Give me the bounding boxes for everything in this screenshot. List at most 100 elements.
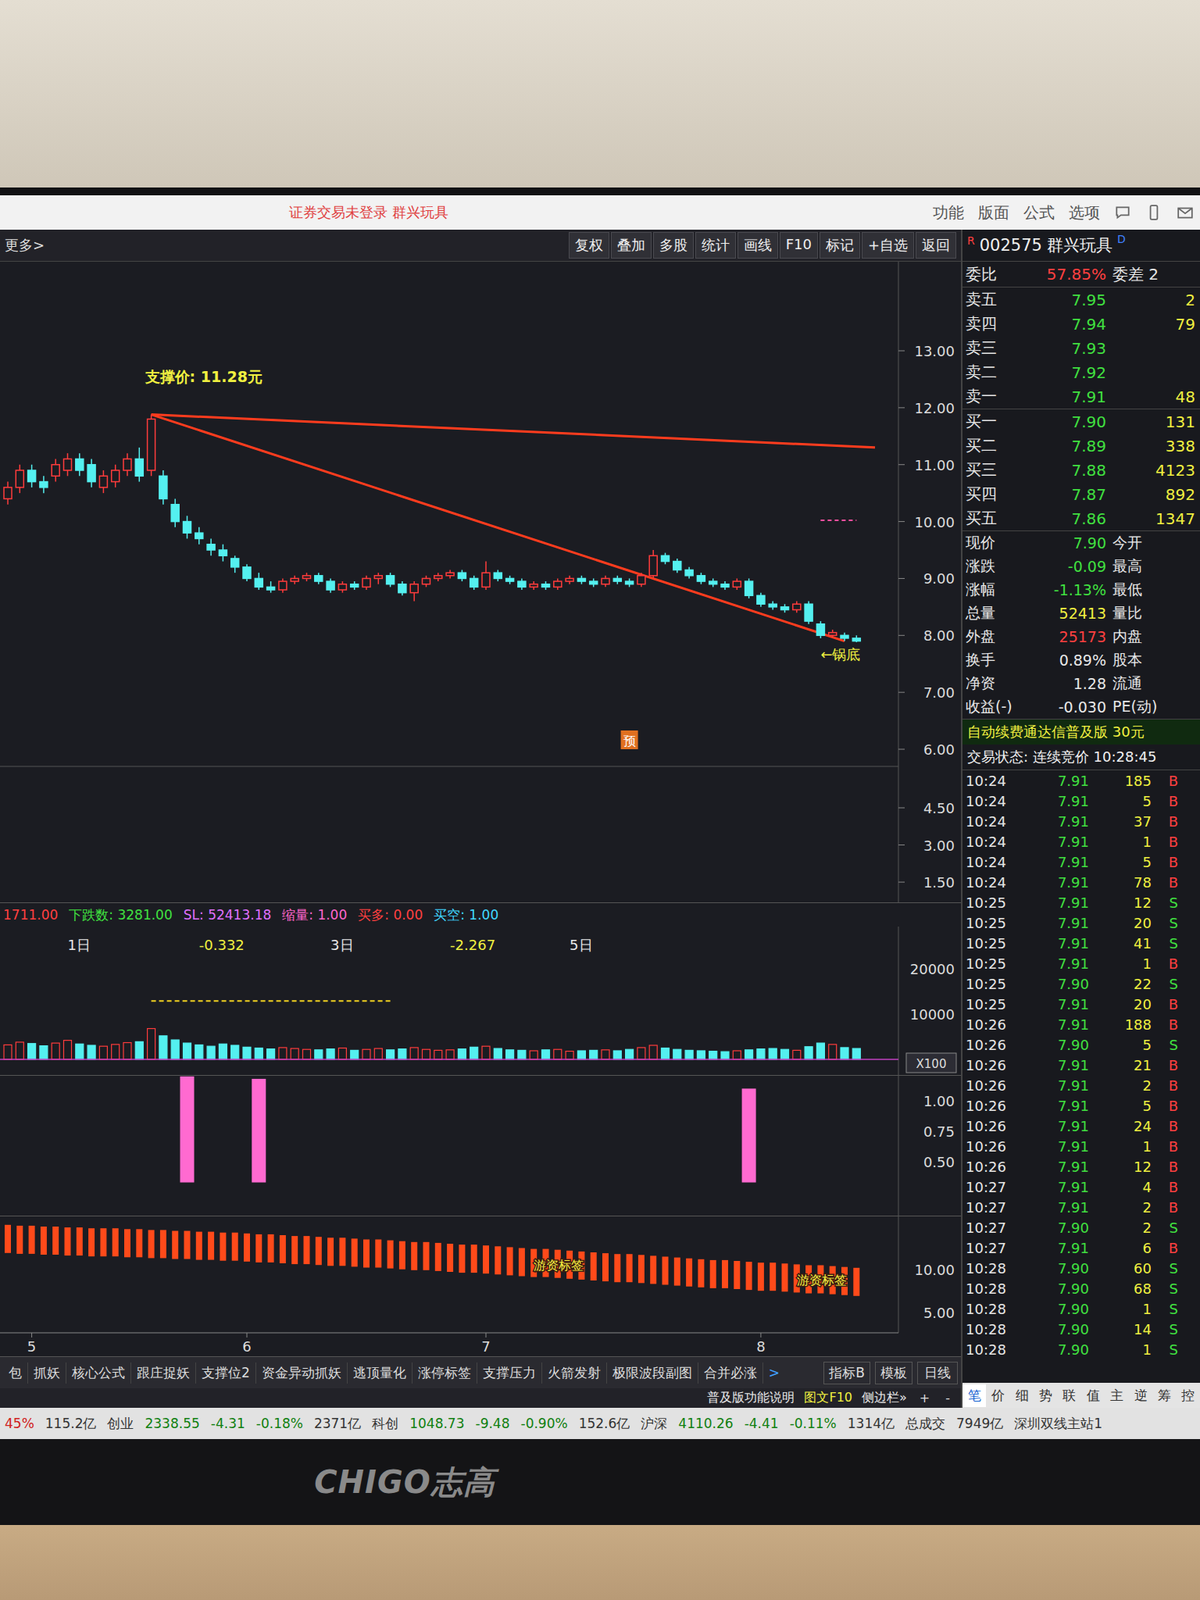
volume-bar[interactable]	[506, 1050, 515, 1060]
volume-bar[interactable]	[649, 1045, 658, 1060]
volume-bar[interactable]	[673, 1049, 682, 1060]
indicator-tab[interactable]: 跟庄捉妖	[131, 1362, 197, 1384]
indicator-tab[interactable]: 支撑压力	[477, 1362, 543, 1384]
candle[interactable]	[398, 581, 407, 596]
volume-bar[interactable]	[303, 1049, 311, 1060]
money-bar[interactable]	[757, 1262, 765, 1291]
zoom-button[interactable]: -	[942, 1390, 954, 1406]
money-bar[interactable]	[135, 1228, 143, 1258]
candle[interactable]	[231, 555, 240, 573]
volume-bar[interactable]	[745, 1050, 754, 1060]
volume-bar[interactable]	[338, 1048, 347, 1061]
candle[interactable]	[517, 578, 526, 590]
candle[interactable]	[577, 575, 586, 585]
bid-row[interactable]: 买二 7.89 338	[962, 433, 1200, 458]
money-bar[interactable]	[351, 1238, 358, 1267]
volume-bar[interactable]	[254, 1048, 263, 1061]
volume-bar[interactable]	[613, 1050, 622, 1060]
toolbar-button[interactable]: 统计	[695, 232, 736, 259]
money-bar[interactable]	[267, 1234, 275, 1263]
volume-bar[interactable]	[28, 1043, 36, 1060]
money-bar[interactable]	[184, 1231, 191, 1260]
indicator-tab[interactable]: 火箭发射	[542, 1362, 608, 1384]
volume-bar[interactable]	[218, 1043, 227, 1060]
money-bar[interactable]	[303, 1235, 311, 1265]
money-bar[interactable]	[638, 1254, 645, 1283]
quote-tab[interactable]: 联	[1057, 1384, 1082, 1408]
quote-tab[interactable]: 控	[1176, 1384, 1200, 1408]
toolbar-button[interactable]: 多股	[653, 232, 694, 259]
money-bar[interactable]	[482, 1245, 490, 1274]
money-bar[interactable]	[339, 1237, 346, 1266]
volume-bar[interactable]	[135, 1041, 143, 1060]
volume-bar[interactable]	[267, 1049, 275, 1060]
indicator-tab[interactable]: 核心公式	[66, 1362, 132, 1384]
volume-bar[interactable]	[314, 1050, 323, 1060]
mail-icon[interactable]	[1176, 203, 1194, 222]
sub-link[interactable]: 图文F10	[803, 1389, 853, 1407]
volume-bar[interactable]	[517, 1050, 526, 1060]
money-bar[interactable]	[148, 1229, 155, 1258]
candle[interactable]	[673, 558, 682, 573]
signal-chart[interactable]: 1.000.750.50	[0, 1075, 961, 1216]
candle[interactable]	[207, 538, 215, 556]
indicator-tab[interactable]: 涨停标签	[412, 1362, 478, 1384]
candle[interactable]	[338, 581, 347, 593]
candle[interactable]	[446, 570, 454, 579]
volume-bar[interactable]	[493, 1048, 502, 1060]
indicator-tab[interactable]: 逃顶量化	[347, 1362, 413, 1384]
bid-row[interactable]: 买一 7.90 131	[962, 409, 1200, 434]
toolbar-button[interactable]: +自选	[861, 232, 915, 259]
volume-bar[interactable]	[792, 1050, 801, 1060]
indicator-tab[interactable]: 抓妖	[28, 1362, 67, 1384]
candle[interactable]	[111, 464, 120, 488]
candle[interactable]	[183, 515, 192, 539]
candle[interactable]	[135, 447, 143, 483]
volume-bar[interactable]	[553, 1049, 562, 1060]
volume-bar[interactable]	[111, 1044, 120, 1060]
candle[interactable]	[625, 578, 634, 587]
candle[interactable]	[781, 603, 790, 613]
menu-item[interactable]: 选项	[1068, 202, 1100, 224]
menu-item[interactable]: 版面	[978, 202, 1010, 224]
signal-bar[interactable]	[180, 1076, 195, 1183]
candle[interactable]	[852, 635, 861, 643]
candle[interactable]	[99, 470, 108, 493]
money-bar[interactable]	[614, 1253, 621, 1283]
money-bar[interactable]	[662, 1257, 669, 1286]
candle[interactable]	[374, 572, 383, 585]
toolbar-button[interactable]: 标记	[819, 232, 861, 259]
money-bar[interactable]	[769, 1262, 776, 1291]
candle[interactable]	[326, 578, 335, 593]
candle[interactable]	[254, 572, 263, 590]
candle[interactable]	[768, 601, 777, 611]
ask-row[interactable]: 卖四 7.94 79	[962, 311, 1200, 336]
volume-bar[interactable]	[147, 1028, 156, 1060]
volume-bar[interactable]	[231, 1045, 240, 1060]
bid-row[interactable]: 买三 7.88 4123	[962, 457, 1200, 483]
candle[interactable]	[721, 581, 729, 590]
money-bar[interactable]	[387, 1240, 394, 1269]
candle[interactable]	[542, 581, 550, 590]
money-bar[interactable]	[471, 1244, 478, 1273]
quote-tab[interactable]: 细	[1010, 1384, 1034, 1408]
money-bar[interactable]	[243, 1233, 250, 1262]
volume-bar[interactable]	[542, 1050, 550, 1060]
volume-chart[interactable]: 1日-0.3323日-2.2675日2000010000X100	[0, 926, 961, 1075]
menu-item[interactable]: 公式	[1023, 202, 1055, 224]
volume-bar[interactable]	[39, 1046, 48, 1060]
volume-bar[interactable]	[696, 1050, 705, 1060]
candle[interactable]	[493, 570, 502, 583]
volume-bar[interactable]	[470, 1046, 479, 1060]
candle[interactable]	[565, 575, 574, 585]
tabs-more-button[interactable]: >	[763, 1363, 786, 1383]
candle[interactable]	[28, 464, 36, 488]
candle[interactable]	[386, 572, 395, 587]
candle[interactable]	[613, 575, 622, 585]
volume-bar[interactable]	[75, 1043, 84, 1060]
money-bar[interactable]	[375, 1239, 382, 1268]
volume-bar[interactable]	[410, 1047, 418, 1060]
trend-line[interactable]	[151, 414, 845, 642]
money-bar[interactable]	[721, 1260, 729, 1289]
money-bar[interactable]	[112, 1228, 119, 1257]
